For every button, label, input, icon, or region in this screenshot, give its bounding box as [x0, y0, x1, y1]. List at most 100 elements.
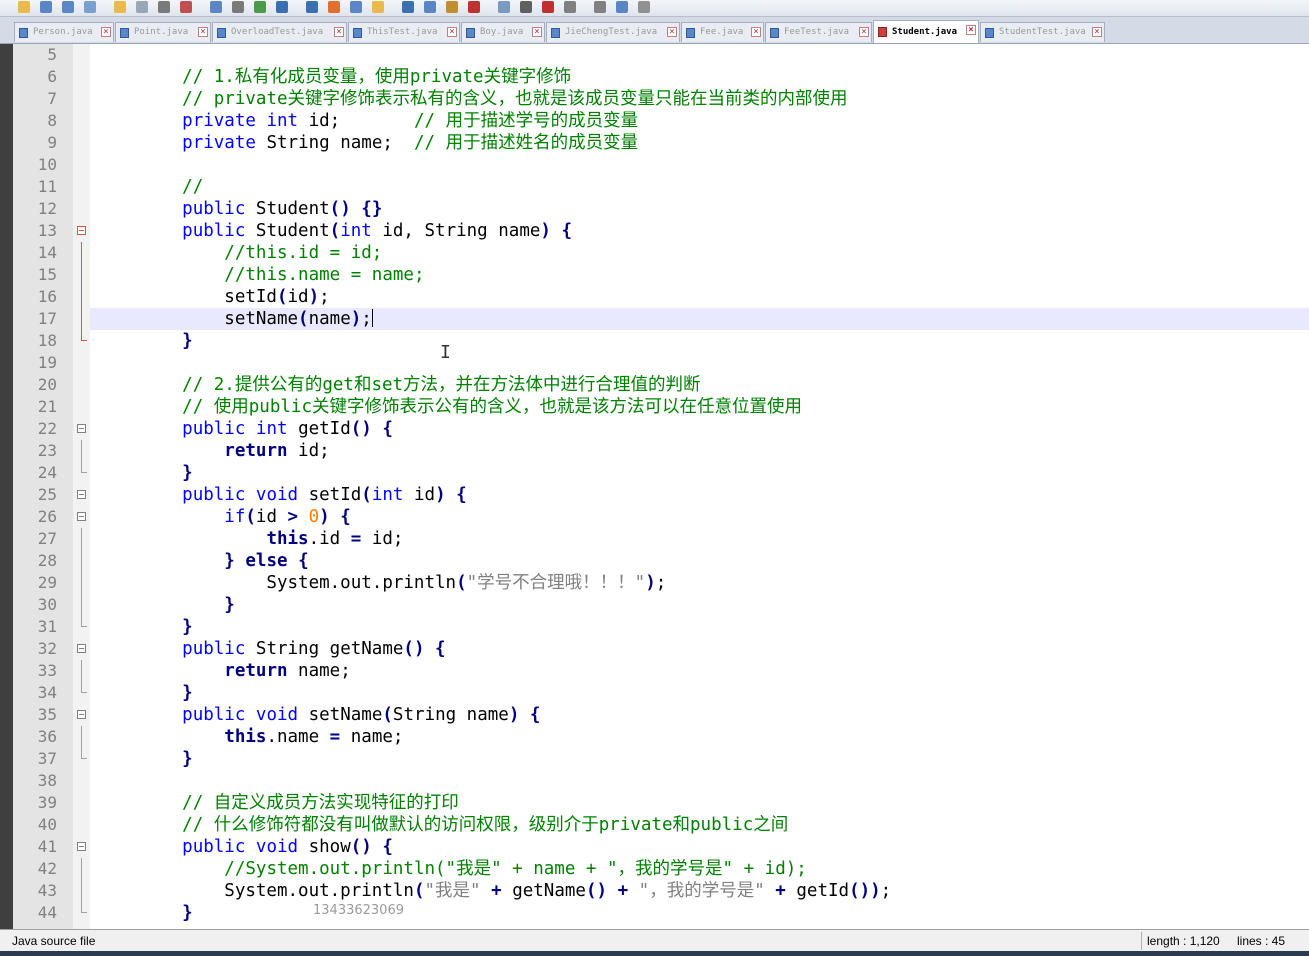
code-line[interactable]: 29 System.out.println("学号不合理哦！！！"); — [13, 572, 1309, 594]
toolbar-button-icon[interactable] — [498, 1, 510, 13]
code-line[interactable]: 31 } — [13, 616, 1309, 638]
toolbar-button-icon[interactable] — [402, 1, 414, 13]
toolbar-button-icon[interactable] — [328, 1, 340, 13]
close-tab-icon[interactable]: × — [751, 27, 761, 37]
toolbar-button-icon[interactable] — [114, 1, 126, 13]
toolbar-button-icon[interactable] — [424, 1, 436, 13]
code-token: public — [182, 221, 246, 241]
toolbar-button-icon[interactable] — [542, 1, 554, 13]
tab-feetest-java[interactable]: FeeTest.java × — [765, 22, 872, 42]
code-line[interactable]: 41 public void show() { — [13, 836, 1309, 858]
toolbar-button-icon[interactable] — [564, 1, 576, 13]
toolbar-button-icon[interactable] — [254, 1, 266, 13]
line-number: 31 — [37, 617, 57, 636]
code-line[interactable]: 38 — [13, 770, 1309, 792]
close-tab-icon[interactable]: × — [667, 27, 677, 37]
code-line[interactable]: 7 // private关键字修饰表示私有的含义，也就是该成员变量只能在当前类的… — [13, 88, 1309, 110]
code-line[interactable]: 8 private int id; // 用于描述学号的成员变量 — [13, 110, 1309, 132]
close-tab-icon[interactable]: × — [1092, 27, 1102, 37]
code-line[interactable]: 28 } else { — [13, 550, 1309, 572]
toolbar-button-icon[interactable] — [62, 1, 74, 13]
toolbar-button-icon[interactable] — [136, 1, 148, 13]
toolbar-button-icon[interactable] — [372, 1, 384, 13]
fold-toggle-icon[interactable] — [77, 512, 86, 521]
code-token: ()) — [849, 881, 881, 901]
toolbar-button-icon[interactable] — [276, 1, 288, 13]
code-line[interactable]: 10 — [13, 154, 1309, 176]
fold-toggle-icon[interactable] — [77, 644, 86, 653]
fold-toggle-icon[interactable] — [77, 226, 86, 235]
code-line[interactable]: 23 return id; — [13, 440, 1309, 462]
close-tab-icon[interactable]: × — [859, 27, 869, 37]
code-line[interactable]: 21 // 使用public关键字修饰表示公有的含义，也就是该方法可以在任意位置… — [13, 396, 1309, 418]
toolbar-button-icon[interactable] — [446, 1, 458, 13]
code-line[interactable]: 5 — [13, 44, 1309, 66]
fold-toggle-icon[interactable] — [77, 424, 86, 433]
code-token: name — [308, 309, 351, 329]
fold-toggle-icon[interactable] — [77, 842, 86, 851]
code-line[interactable]: 24 } — [13, 462, 1309, 484]
toolbar-button-icon[interactable] — [520, 1, 532, 13]
code-line[interactable]: 40 // 什么修饰符都没有叫做默认的访问权限，级别介于private和publ… — [13, 814, 1309, 836]
code-line[interactable]: 26 if(id > 0) { — [13, 506, 1309, 528]
toolbar-button-icon[interactable] — [232, 1, 244, 13]
fold-line — [81, 858, 82, 880]
tab-fee-java[interactable]: Fee.java × — [681, 22, 764, 42]
close-tab-icon[interactable]: × — [966, 25, 976, 35]
toolbar-button-icon[interactable] — [180, 1, 192, 13]
code-line[interactable]: 13 public Student(int id, String name) { — [13, 220, 1309, 242]
code-line[interactable]: 18 } — [13, 330, 1309, 352]
toolbar-button-icon[interactable] — [40, 1, 52, 13]
tab-student-java[interactable]: Student.java × — [873, 20, 979, 43]
code-line[interactable]: 19 — [13, 352, 1309, 374]
toolbar-button-icon[interactable] — [594, 1, 606, 13]
tab-point-java[interactable]: Point.java × — [115, 22, 211, 42]
code-line[interactable]: 12 public Student() {} — [13, 198, 1309, 220]
toolbar-button-icon[interactable] — [306, 1, 318, 13]
tab-boy-java[interactable]: Boy.java × — [461, 22, 545, 42]
code-line[interactable]: 16 setId(id); — [13, 286, 1309, 308]
code-line[interactable]: 42 //System.out.println("我是" + name + "，… — [13, 858, 1309, 880]
toolbar-button-icon[interactable] — [158, 1, 170, 13]
tab-thistest-java[interactable]: ThisTest.java × — [348, 22, 460, 42]
code-line[interactable]: 25 public void setId(int id) { — [13, 484, 1309, 506]
code-line[interactable]: 20 // 2.提供公有的get和set方法，并在方法体中进行合理值的判断 — [13, 374, 1309, 396]
toolbar-button-icon[interactable] — [84, 1, 96, 13]
code-line[interactable]: 34 } — [13, 682, 1309, 704]
code-line[interactable]: 43 System.out.println("我是" + getName() +… — [13, 880, 1309, 902]
fold-toggle-icon[interactable] — [77, 710, 86, 719]
code-line[interactable]: 14 //this.id = id; — [13, 242, 1309, 264]
toolbar-button-icon[interactable] — [616, 1, 628, 13]
code-token: // 2.提供公有的get和set方法，并在方法体中进行合理值的判断 — [182, 375, 701, 395]
code-line[interactable]: 27 this.id = id; — [13, 528, 1309, 550]
close-tab-icon[interactable]: × — [101, 27, 111, 37]
toolbar-button-icon[interactable] — [638, 1, 650, 13]
code-line[interactable]: 22 public int getId() { — [13, 418, 1309, 440]
close-tab-icon[interactable]: × — [447, 27, 457, 37]
code-line[interactable]: 6 // 1.私有化成员变量，使用private关键字修饰 — [13, 66, 1309, 88]
toolbar-button-icon[interactable] — [468, 1, 480, 13]
tab-person-java[interactable]: Person.java × — [14, 22, 114, 42]
code-line[interactable]: 37 } — [13, 748, 1309, 770]
close-tab-icon[interactable]: × — [532, 27, 542, 37]
code-line[interactable]: 33 return name; — [13, 660, 1309, 682]
tab-studenttest-java[interactable]: StudentTest.java × — [980, 22, 1105, 42]
code-line[interactable]: 15 //this.name = name; — [13, 264, 1309, 286]
code-line[interactable]: 30 } — [13, 594, 1309, 616]
close-tab-icon[interactable]: × — [198, 27, 208, 37]
tab-jiechengtest-java[interactable]: JieChengTest.java × — [546, 22, 680, 42]
close-tab-icon[interactable]: × — [334, 27, 344, 37]
toolbar-button-icon[interactable] — [350, 1, 362, 13]
code-line[interactable]: 36 this.name = name; — [13, 726, 1309, 748]
toolbar-button-icon[interactable] — [210, 1, 222, 13]
code-line[interactable]: 11 // — [13, 176, 1309, 198]
toolbar-button-icon[interactable] — [18, 1, 30, 13]
code-line[interactable]: 17 setName(name); — [13, 308, 1309, 330]
code-line[interactable]: 32 public String getName() { — [13, 638, 1309, 660]
code-line[interactable]: 35 public void setName(String name) { — [13, 704, 1309, 726]
code-line[interactable]: 39 // 自定义成员方法实现特征的打印 — [13, 792, 1309, 814]
tab-overloadtest-java[interactable]: OverloadTest.java × — [212, 22, 347, 42]
code-line[interactable]: 44 } — [13, 902, 1309, 924]
fold-toggle-icon[interactable] — [77, 490, 86, 499]
code-line[interactable]: 9 private String name; // 用于描述姓名的成员变量 — [13, 132, 1309, 154]
